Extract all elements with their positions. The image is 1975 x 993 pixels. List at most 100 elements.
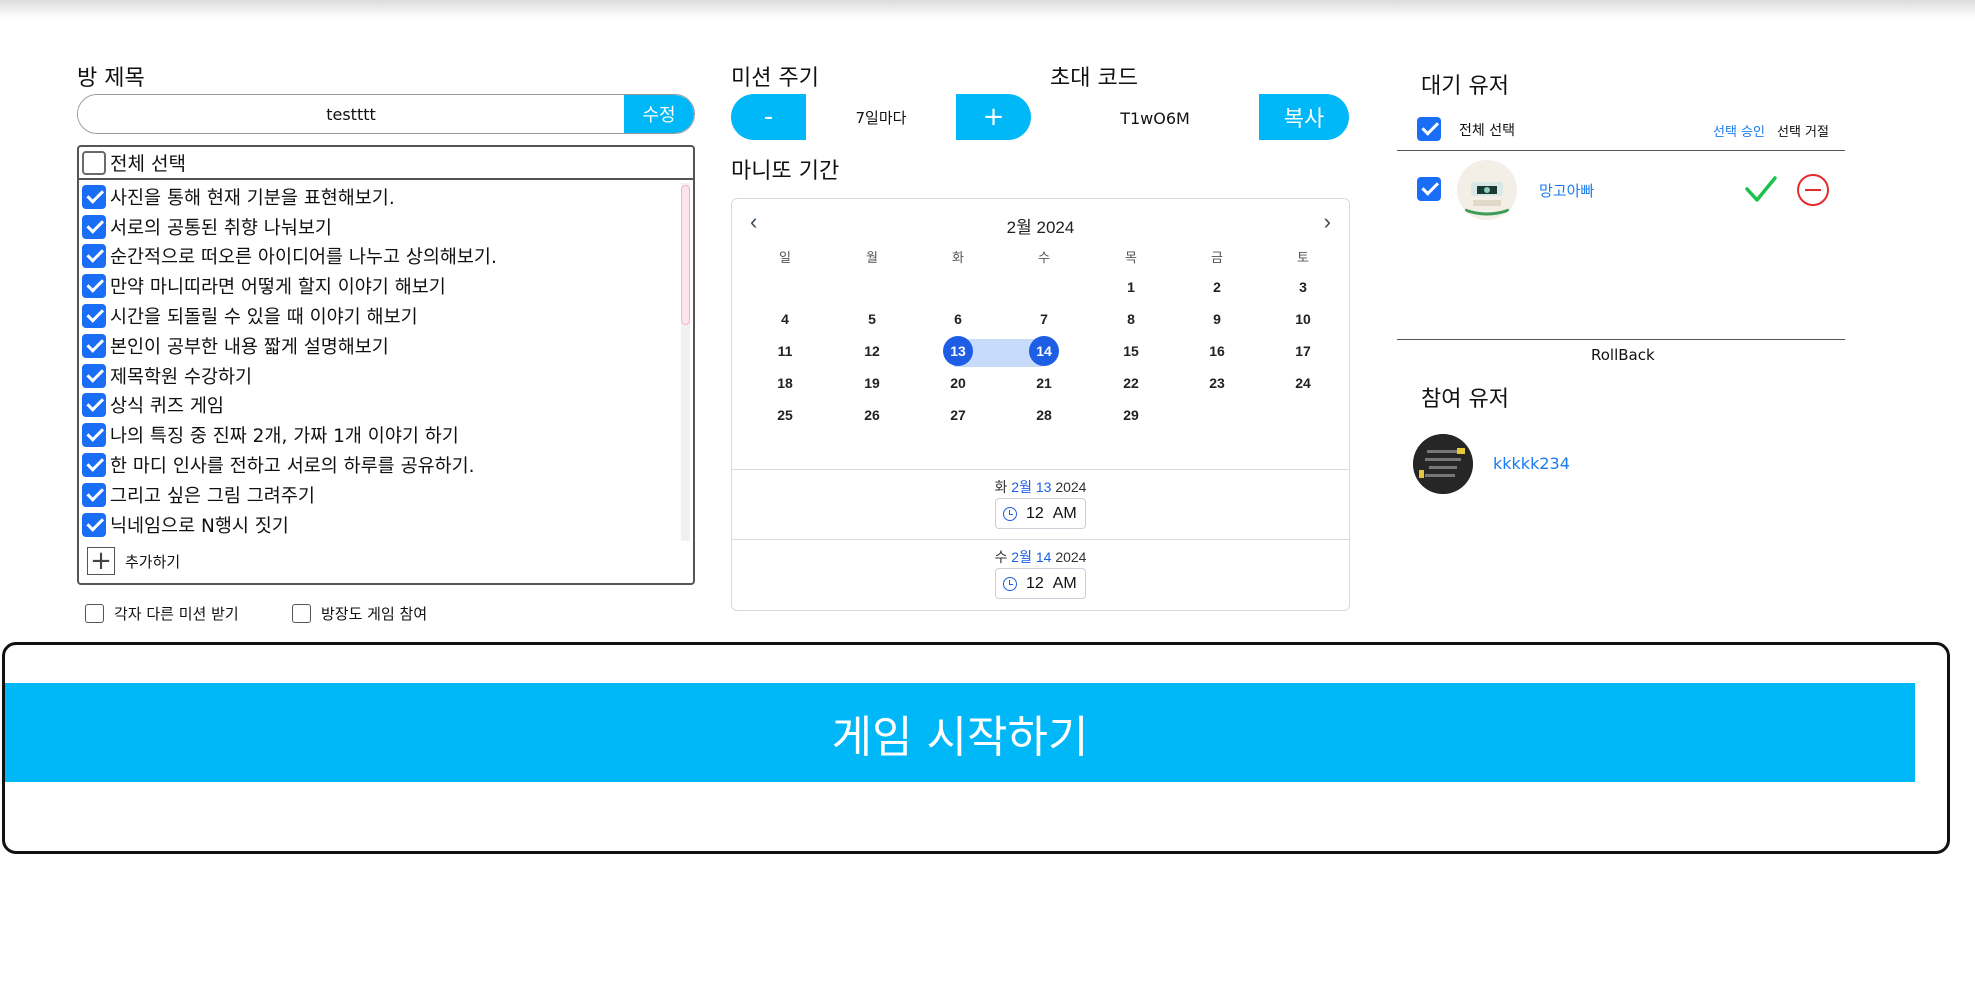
- start-time-input[interactable]: 12 AM: [995, 498, 1086, 529]
- weekday-header: 토: [1297, 250, 1309, 265]
- mission-checkbox[interactable]: [82, 453, 106, 478]
- calendar-day[interactable]: 19: [852, 369, 892, 397]
- calendar-day[interactable]: 27: [938, 401, 978, 429]
- start-game-button[interactable]: 게임 시작하기: [5, 683, 1915, 782]
- calendar-day[interactable]: 18: [765, 369, 805, 397]
- waiting-user-name[interactable]: 망고아빠: [1539, 180, 1594, 201]
- calendar-day[interactable]: 24: [1283, 369, 1323, 397]
- mission-item[interactable]: 만약 마니띠라면 어떻게 할지 이야기 해보기: [79, 271, 693, 301]
- mission-item[interactable]: 순간적으로 떠오른 아이디어를 나누고 상의해보기.: [79, 242, 693, 272]
- waiting-user-checkbox[interactable]: [1417, 177, 1441, 201]
- period-plus-button[interactable]: +: [956, 94, 1031, 140]
- period-minus-button[interactable]: -: [731, 94, 806, 140]
- option-host-join[interactable]: 방장도 게임 참여: [292, 603, 427, 624]
- calendar-day[interactable]: 4: [765, 305, 805, 333]
- calendar-day[interactable]: 10: [1283, 305, 1323, 333]
- copy-code-button[interactable]: 복사: [1259, 94, 1349, 140]
- waiting-select-all-checkbox[interactable]: [1417, 117, 1441, 141]
- invite-code-value: T1wO6M: [1120, 108, 1190, 128]
- calendar-day-number: 11: [777, 343, 793, 359]
- participant-name[interactable]: kkkkk234: [1493, 454, 1570, 473]
- edit-title-button[interactable]: 수정: [624, 95, 694, 133]
- mission-checkbox[interactable]: [82, 512, 106, 537]
- calendar-day-number: 19: [864, 375, 880, 391]
- calendar-day[interactable]: 23: [1197, 369, 1237, 397]
- mission-item[interactable]: 나의 특징 중 진짜 2개, 가짜 1개 이야기 하기: [79, 420, 693, 450]
- mission-checkbox[interactable]: [82, 482, 106, 507]
- calendar-day[interactable]: 12: [852, 337, 892, 365]
- calendar-day[interactable]: 20: [938, 369, 978, 397]
- calendar-day[interactable]: 7: [1024, 305, 1064, 333]
- mission-item[interactable]: 한 마디 인사를 전하고 서로의 하루를 공유하기.: [79, 450, 693, 480]
- waiting-header-divider: [1397, 150, 1845, 151]
- option-different-mission[interactable]: 각자 다른 미션 받기: [85, 603, 239, 624]
- mission-select-all-row[interactable]: 전체 선택: [79, 147, 693, 180]
- mission-checkbox[interactable]: [82, 244, 106, 269]
- different-mission-checkbox[interactable]: [85, 604, 104, 623]
- calendar-day[interactable]: 26: [852, 401, 892, 429]
- host-join-checkbox[interactable]: [292, 604, 311, 623]
- approve-selected-button[interactable]: 선택 승인: [1713, 121, 1765, 140]
- calendar-day[interactable]: 22: [1111, 369, 1151, 397]
- calendar-day[interactable]: 15: [1111, 337, 1151, 365]
- start-time-ampm: AM: [1052, 504, 1077, 522]
- mission-scrollbar[interactable]: [681, 183, 690, 541]
- calendar-day[interactable]: 5: [852, 305, 892, 333]
- calendar-day-number: 21: [1036, 375, 1052, 391]
- mission-item[interactable]: 상식 퀴즈 게임: [79, 391, 693, 421]
- mission-checkbox[interactable]: [82, 423, 106, 448]
- end-time-input[interactable]: 12 AM: [995, 568, 1086, 599]
- calendar-day[interactable]: 2: [1197, 273, 1237, 301]
- calendar-day-number: 20: [950, 375, 966, 391]
- mission-checkbox[interactable]: [82, 214, 106, 239]
- add-mission-label: 추가하기: [125, 552, 181, 571]
- reject-minus-icon[interactable]: [1797, 174, 1829, 206]
- calendar-day[interactable]: 14: [1024, 336, 1064, 366]
- calendar-day[interactable]: 11: [765, 337, 805, 365]
- room-title-input[interactable]: [78, 95, 624, 133]
- mission-item[interactable]: 사진을 통해 현재 기분을 표현해보기.: [79, 182, 693, 212]
- calendar-day[interactable]: 8: [1111, 305, 1151, 333]
- mission-scrollbar-thumb[interactable]: [681, 185, 690, 325]
- mission-item[interactable]: 닉네임으로 N행시 짓기: [79, 510, 693, 540]
- mission-checkbox[interactable]: [82, 304, 106, 329]
- calendar-day[interactable]: 6: [938, 305, 978, 333]
- calendar-day[interactable]: 1: [1111, 273, 1151, 301]
- mission-item[interactable]: 서로의 공통된 취향 나눠보기: [79, 212, 693, 242]
- calendar-month-title: 2월 2024: [1006, 218, 1075, 237]
- add-mission-button[interactable]: + 추가하기: [87, 547, 180, 575]
- end-date-text: 수 2월 14 2024: [732, 547, 1349, 567]
- approve-check-icon[interactable]: [1744, 172, 1778, 206]
- rollback-divider: [1397, 339, 1845, 340]
- mission-checkbox[interactable]: [82, 274, 106, 299]
- calendar-day[interactable]: 13: [938, 336, 978, 366]
- mission-item[interactable]: 본인이 공부한 내용 짧게 설명해보기: [79, 331, 693, 361]
- mission-label: 사진을 통해 현재 기분을 표현해보기.: [110, 187, 395, 209]
- end-time-ampm: AM: [1052, 574, 1077, 592]
- mission-select-all-checkbox[interactable]: [82, 150, 106, 175]
- calendar-day[interactable]: 9: [1197, 305, 1237, 333]
- end-time-hour: 12: [1026, 574, 1044, 592]
- next-month-icon[interactable]: ›: [1324, 211, 1331, 233]
- calendar-day[interactable]: 3: [1283, 273, 1323, 301]
- mission-checkbox[interactable]: [82, 363, 106, 388]
- mission-item[interactable]: 시간을 되돌릴 수 있을 때 이야기 해보기: [79, 301, 693, 331]
- calendar-day[interactable]: 17: [1283, 337, 1323, 365]
- calendar-day[interactable]: 25: [765, 401, 805, 429]
- calendar-day-number: 17: [1295, 343, 1311, 359]
- calendar-day[interactable]: 28: [1024, 401, 1064, 429]
- mission-checkbox[interactable]: [82, 393, 106, 418]
- weekday-header: 일: [779, 250, 791, 265]
- calendar-day[interactable]: 16: [1197, 337, 1237, 365]
- rollback-button[interactable]: RollBack: [1591, 346, 1655, 364]
- calendar-day[interactable]: 21: [1024, 369, 1064, 397]
- mission-checkbox[interactable]: [82, 184, 106, 209]
- calendar-day[interactable]: 29: [1111, 401, 1151, 429]
- plus-icon[interactable]: +: [87, 547, 115, 575]
- mission-item[interactable]: 그리고 싶은 그림 그려주기: [79, 480, 693, 510]
- reject-selected-button[interactable]: 선택 거절: [1777, 121, 1829, 140]
- mission-label: 닉네임으로 N행시 짓기: [110, 515, 289, 537]
- mission-checkbox[interactable]: [82, 333, 106, 358]
- start-date: 2월 13: [1011, 479, 1052, 495]
- mission-item[interactable]: 제목학원 수강하기: [79, 361, 693, 391]
